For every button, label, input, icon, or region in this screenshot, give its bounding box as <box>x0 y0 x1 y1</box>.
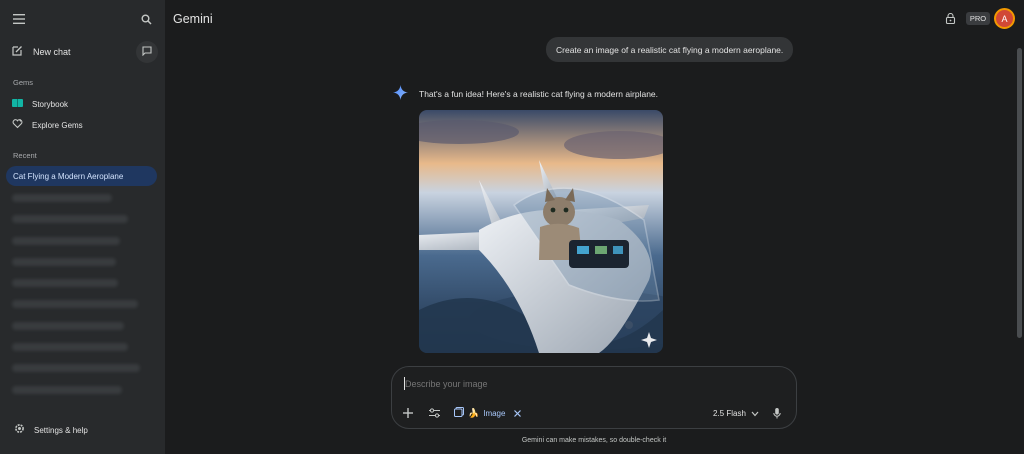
gem-heart-icon <box>12 116 23 134</box>
user-message-text: Create an image of a realistic cat flyin… <box>556 44 784 55</box>
recent-chat-blurred[interactable] <box>12 322 124 330</box>
avatar[interactable]: A <box>994 8 1015 29</box>
settings-help-button[interactable]: Settings & help <box>14 423 88 437</box>
sidebar: New chat Gems Storybook Explore Gems Rec… <box>0 0 165 454</box>
generated-image[interactable] <box>419 110 663 353</box>
disclaimer-text: Gemini can make mistakes, so double-chec… <box>521 437 667 444</box>
image-gallery-icon <box>454 404 464 422</box>
recent-chat-blurred[interactable] <box>12 258 116 266</box>
gems-heading: Gems <box>13 78 34 87</box>
microphone-icon[interactable] <box>773 406 781 420</box>
close-icon[interactable] <box>514 404 522 422</box>
pro-badge[interactable]: PRO <box>966 12 990 25</box>
image-chip-label: Image <box>483 408 506 418</box>
recent-chat-blurred[interactable] <box>12 279 118 287</box>
new-chat-button[interactable]: New chat <box>12 44 71 60</box>
gem-item-explore[interactable]: Explore Gems <box>12 118 83 132</box>
model-selector[interactable]: 2.5 Flash <box>713 406 759 420</box>
recent-chat-blurred[interactable] <box>12 364 140 372</box>
recent-chat-blurred[interactable] <box>12 300 138 308</box>
prompt-composer: 🍌 Image 2.5 Flash <box>391 366 797 429</box>
app-title[interactable]: Gemini <box>173 12 213 26</box>
image-tool-chip[interactable]: 🍌 Image <box>454 404 522 422</box>
menu-icon[interactable] <box>12 12 26 26</box>
edit-icon <box>12 43 23 61</box>
recent-chat-blurred[interactable] <box>12 215 128 223</box>
temporary-chat-button[interactable] <box>136 41 158 63</box>
scrollbar[interactable] <box>1017 48 1022 338</box>
gemini-sparkle-icon <box>393 85 408 100</box>
recent-chat-blurred[interactable] <box>12 386 122 394</box>
gem-label: Storybook <box>32 99 69 109</box>
recent-chat-active[interactable]: Cat Flying a Modern Aeroplane <box>6 166 157 186</box>
recent-chat-blurred[interactable] <box>12 237 120 245</box>
add-icon[interactable] <box>403 406 413 420</box>
book-icon <box>12 95 23 113</box>
recent-chat-blurred[interactable] <box>12 343 128 351</box>
gem-label: Explore Gems <box>32 120 83 130</box>
chevron-down-icon <box>751 404 759 422</box>
user-message: Create an image of a realistic cat flyin… <box>546 37 794 62</box>
chat-bubble-icon <box>142 43 152 61</box>
recent-heading: Recent <box>13 151 37 160</box>
assistant-reply-text: That's a fun idea! Here's a realistic ca… <box>419 89 659 99</box>
tools-icon[interactable] <box>429 406 440 420</box>
search-icon[interactable] <box>139 12 153 26</box>
lock-icon[interactable] <box>943 11 957 25</box>
recent-chat-label: Cat Flying a Modern Aeroplane <box>13 171 124 181</box>
gem-item-storybook[interactable]: Storybook <box>12 97 68 111</box>
banana-emoji: 🍌 <box>468 407 480 418</box>
gear-icon <box>14 421 25 439</box>
new-chat-label: New chat <box>33 47 71 57</box>
prompt-input[interactable] <box>405 379 785 389</box>
settings-label: Settings & help <box>34 425 88 435</box>
model-label: 2.5 Flash <box>713 408 746 418</box>
recent-chat-blurred[interactable] <box>12 194 112 202</box>
